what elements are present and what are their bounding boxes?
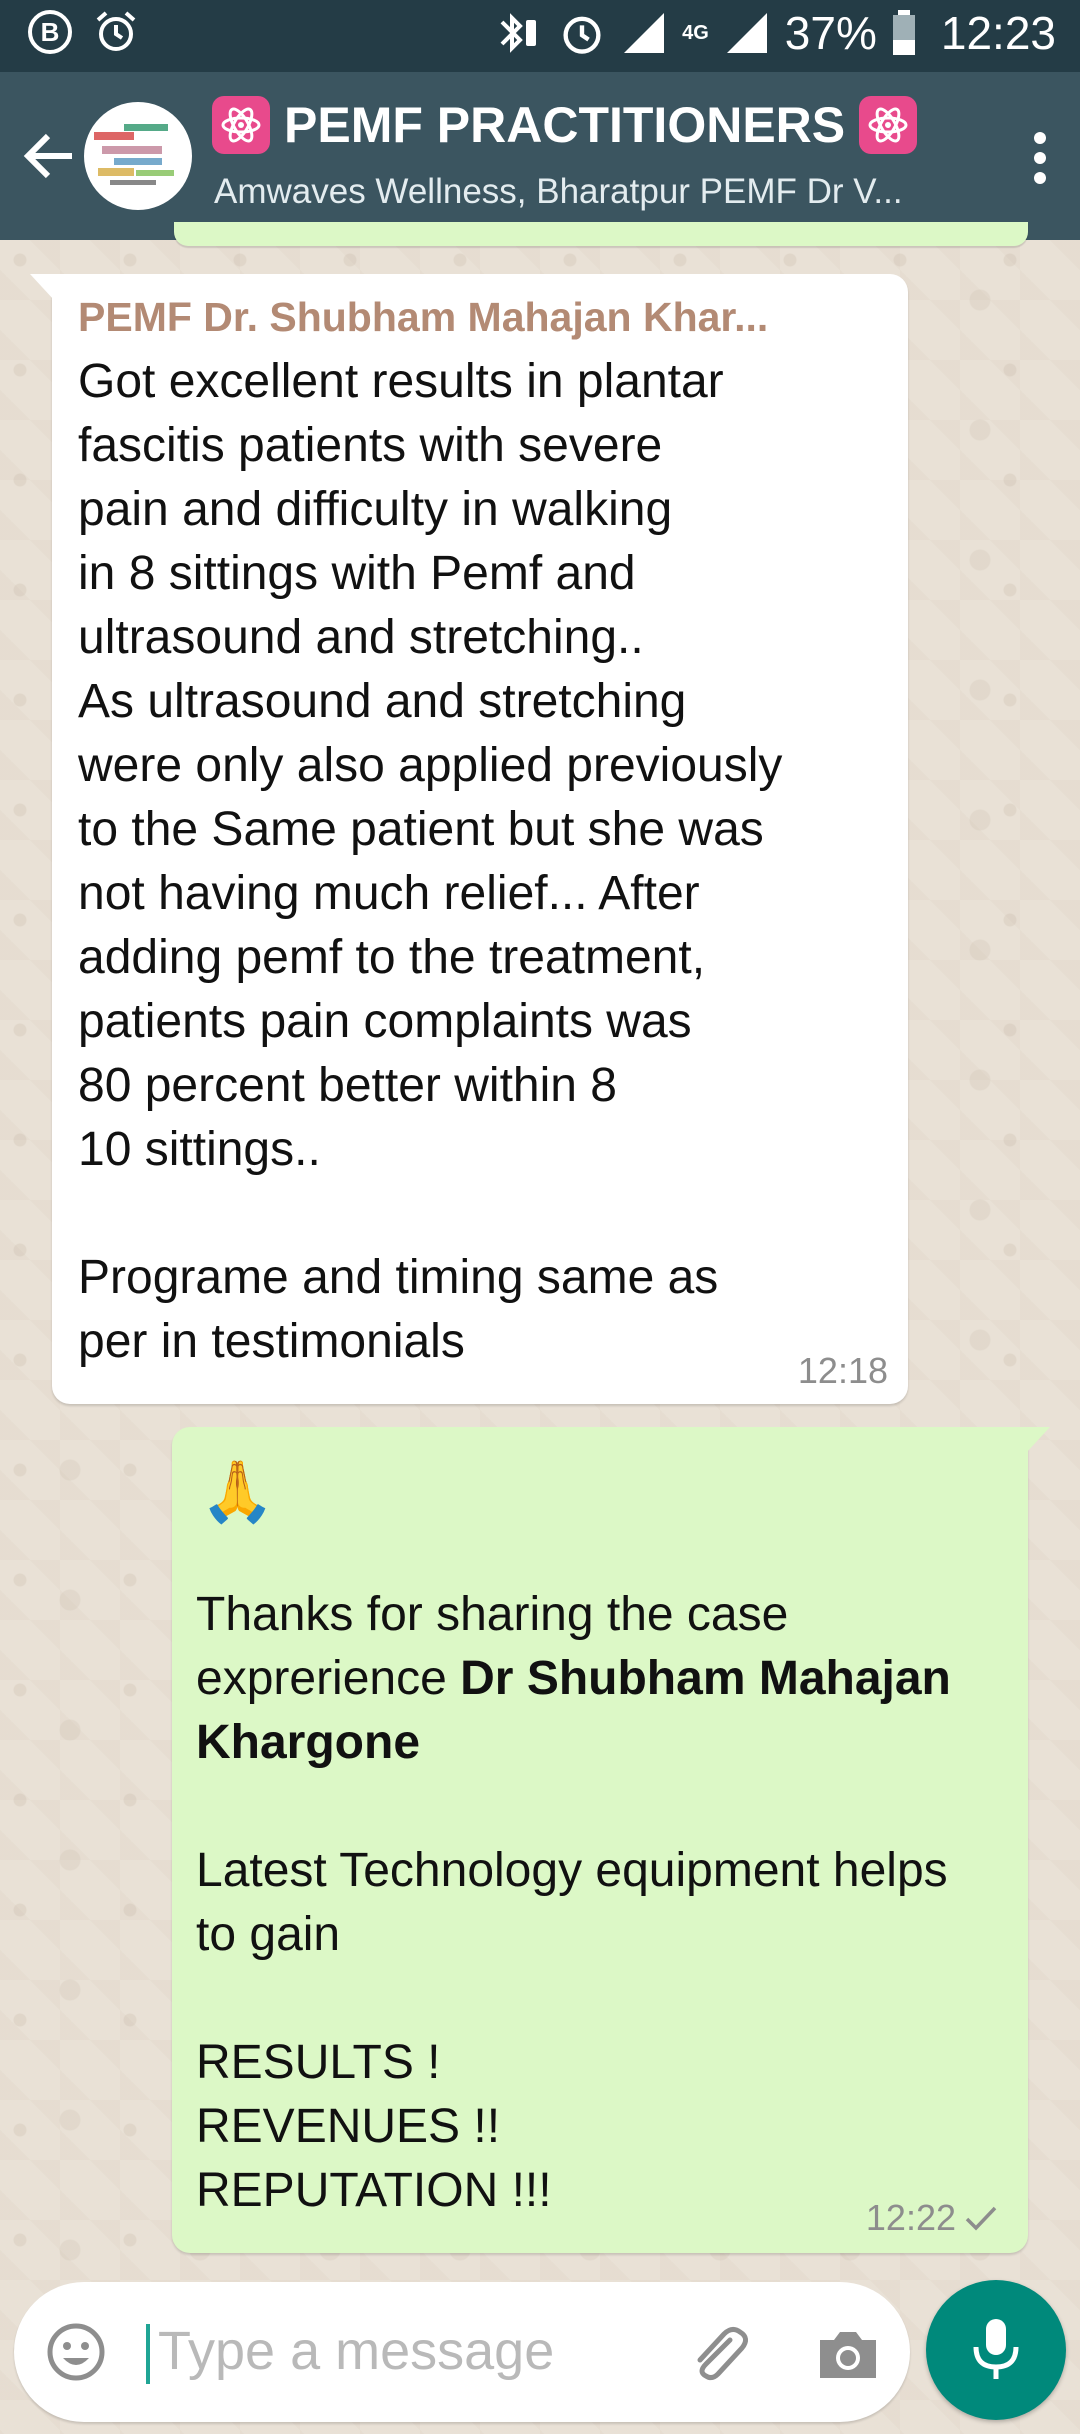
message-text: Got excellent results in plantar fasciti… [78, 355, 783, 1368]
reputation-line: REPUTATION !!! [196, 2164, 552, 2217]
atom-emoji-icon [212, 96, 270, 154]
status-bar: B 4G 37% 12:23 [0, 0, 1080, 72]
network-type-label: 4G [682, 22, 709, 44]
message-input[interactable]: Type a message [158, 2320, 554, 2382]
more-options-icon[interactable] [1020, 126, 1060, 190]
outgoing-message-bubble[interactable]: 🙏 Thanks for sharing the case exprerienc… [172, 1427, 1050, 2253]
microphone-icon [973, 2319, 1019, 2379]
thanks-paragraph: Thanks for sharing the case exprerience … [196, 1583, 998, 1775]
clock: 12:23 [940, 7, 1056, 59]
chat-header: PEMF PRACTITIONERS Amwaves Wellness, Bha… [0, 72, 1080, 240]
revenues-line: REVENUES !! [196, 2100, 501, 2153]
camera-icon[interactable] [812, 2318, 884, 2390]
emoji-icon[interactable] [44, 2320, 108, 2384]
message-timestamp: 12:18 [797, 1350, 888, 1391]
sender-name[interactable]: PEMF Dr. Shubham Mahajan Khar... [78, 288, 884, 346]
alarm-status-icon [563, 16, 601, 54]
signal-icon [624, 13, 665, 53]
folded-hands-emoji: 🙏 [200, 1458, 275, 1525]
battery-icon [892, 10, 915, 55]
voice-record-button[interactable] [926, 2280, 1066, 2420]
back-arrow-icon[interactable] [18, 124, 82, 188]
group-avatar-image [94, 124, 174, 185]
single-check-icon [965, 2206, 997, 2231]
atom-emoji-icon [859, 96, 918, 154]
previous-message-bubble[interactable] [174, 222, 1028, 246]
battery-percent: 37% [784, 7, 877, 59]
technology-paragraph: Latest Technology equipment helps to gai… [196, 1844, 948, 1961]
group-avatar[interactable] [84, 102, 192, 210]
group-title[interactable]: PEMF PRACTITIONERS [212, 96, 918, 154]
signal-4g-icon [726, 13, 767, 53]
bluetooth-vibrate-icon [500, 13, 537, 53]
results-paragraph: RESULTS ! REVENUES !! REPUTATION !!! [196, 2031, 998, 2223]
message-timestamp: 12:22 [865, 2197, 956, 2238]
incoming-message-bubble[interactable]: PEMF Dr. Shubham Mahajan Khar... Got exc… [30, 274, 908, 1404]
message-status: 12:22 [866, 2197, 998, 2239]
paperclip-icon[interactable] [684, 2318, 756, 2390]
text-cursor [146, 2324, 150, 2384]
group-members-subtitle[interactable]: Amwaves Wellness, Bharatpur PEMF Dr V... [214, 172, 903, 212]
b-notification-icon: B [28, 10, 72, 54]
alarm-icon [96, 11, 136, 51]
group-title-text: PEMF PRACTITIONERS [284, 97, 846, 153]
results-line: RESULTS ! [196, 2036, 441, 2089]
message-input-box[interactable]: Type a message [14, 2282, 910, 2422]
